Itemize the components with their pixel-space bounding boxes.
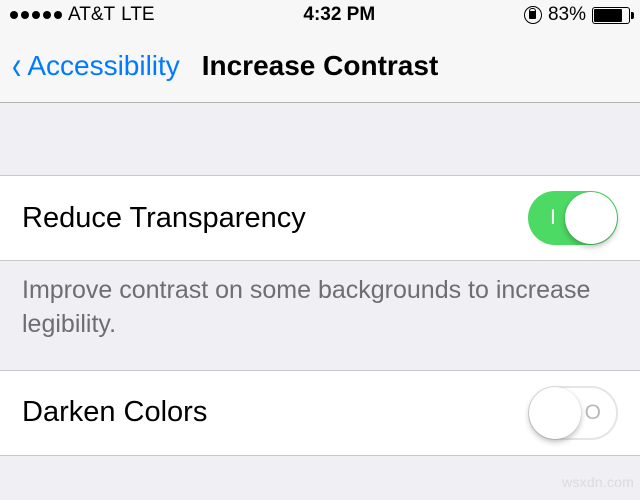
toggle-knob — [529, 387, 581, 439]
page-title: Increase Contrast — [202, 50, 439, 82]
battery-fill — [594, 9, 622, 22]
battery-icon — [592, 7, 630, 24]
reduce-transparency-footer: Improve contrast on some backgrounds to … — [0, 261, 640, 370]
section-spacer — [0, 103, 640, 175]
status-right: 83% — [524, 4, 630, 26]
reduce-transparency-row: Reduce Transparency — [0, 175, 640, 261]
signal-strength-icon — [10, 11, 62, 19]
network-label: LTE — [121, 4, 154, 26]
back-label: Accessibility — [27, 50, 179, 82]
reduce-transparency-label: Reduce Transparency — [22, 202, 306, 235]
orientation-lock-icon — [524, 6, 542, 24]
watermark: wsxdn.com — [562, 474, 634, 490]
chevron-left-icon: ‹ — [12, 46, 21, 86]
toggle-knob — [565, 192, 617, 244]
reduce-transparency-toggle[interactable] — [528, 191, 618, 245]
nav-bar: ‹ Accessibility Increase Contrast — [0, 30, 640, 103]
status-left: AT&T LTE — [10, 4, 155, 26]
content: Reduce Transparency Improve contrast on … — [0, 103, 640, 456]
back-button[interactable]: ‹ Accessibility — [10, 46, 180, 86]
carrier-label: AT&T — [68, 4, 115, 26]
darken-colors-toggle[interactable] — [528, 386, 618, 440]
darken-colors-label: Darken Colors — [22, 396, 207, 429]
darken-colors-row: Darken Colors — [0, 370, 640, 456]
status-time: 4:32 PM — [303, 4, 375, 26]
status-bar: AT&T LTE 4:32 PM 83% — [0, 0, 640, 30]
battery-percent: 83% — [548, 4, 586, 26]
